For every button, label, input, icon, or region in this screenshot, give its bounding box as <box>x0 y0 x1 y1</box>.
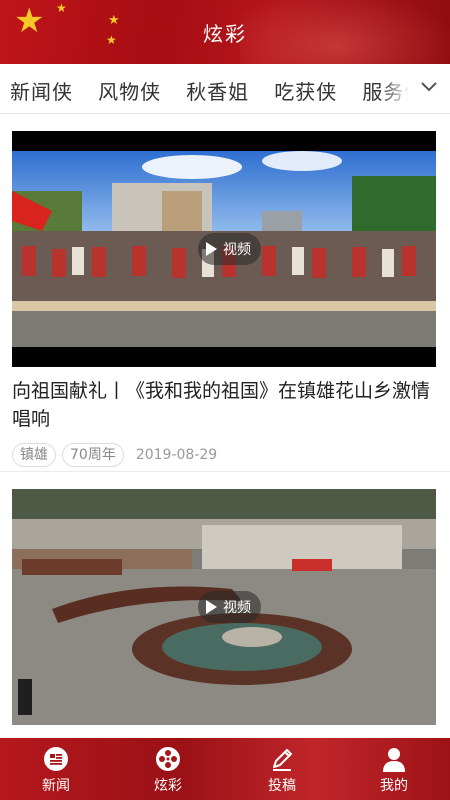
nav-item-submit[interactable]: 投稿 <box>242 738 322 800</box>
tag-badge[interactable]: 70周年 <box>62 443 124 467</box>
nav-item-colorful[interactable]: 炫彩 <box>128 738 208 800</box>
news-icon <box>44 747 68 771</box>
tab-news[interactable]: 新闻侠 <box>10 76 73 105</box>
video-thumbnail[interactable]: 视频 <box>12 131 436 367</box>
play-icon <box>206 242 217 256</box>
tab-local-scenery[interactable]: 风物侠 <box>98 76 161 105</box>
tag-badge[interactable]: 镇雄 <box>12 443 56 467</box>
bottom-navigation: 新闻 炫彩 投稿 我的 <box>0 738 450 800</box>
page-title: 炫彩 <box>203 22 247 46</box>
nav-label: 我的 <box>380 778 408 794</box>
video-badge-label: 视频 <box>223 600 251 616</box>
tabs-fade <box>380 64 410 113</box>
video-badge: 视频 <box>198 233 261 265</box>
user-icon <box>383 748 405 772</box>
video-feed[interactable]: 视频 向祖国献礼丨《我和我的祖国》在镇雄花山乡激情唱响 镇雄 70周年 2019… <box>0 115 450 738</box>
chevron-down-icon <box>421 82 437 92</box>
card-divider <box>0 471 450 472</box>
article-card[interactable]: 视频 向祖国献礼丨《我和我的祖国》在镇雄花山乡激情唱响 镇雄 70周年 2019… <box>12 131 438 469</box>
app-header: ★ ★ ★ ★ 炫彩 <box>0 0 450 64</box>
more-tabs-button[interactable] <box>408 64 450 113</box>
pencil-icon <box>273 749 292 771</box>
flag-star-icon: ★ <box>56 1 67 15</box>
article-meta: 镇雄 70周年 2019-08-29 <box>12 441 438 469</box>
category-tabs: 新闻侠 风物侠 秋香姐 吃获侠 服务侠 <box>0 64 450 114</box>
video-thumbnail[interactable]: 视频 <box>12 489 436 725</box>
play-icon <box>206 600 217 614</box>
article-title[interactable]: 向祖国献礼丨《我和我的祖国》在镇雄花山乡激情唱响 <box>12 377 436 433</box>
tab-qiuxiang[interactable]: 秋香姐 <box>186 76 249 105</box>
video-badge: 视频 <box>198 591 261 623</box>
nav-item-news[interactable]: 新闻 <box>16 738 96 800</box>
nav-label: 投稿 <box>268 778 296 794</box>
nav-label: 炫彩 <box>154 778 182 794</box>
nav-label: 新闻 <box>42 778 70 794</box>
article-card[interactable]: 视频 <box>12 489 438 725</box>
nav-item-mine[interactable]: 我的 <box>354 738 434 800</box>
film-reel-icon <box>156 747 180 771</box>
tab-food[interactable]: 吃获侠 <box>274 76 337 105</box>
article-date: 2019-08-29 <box>135 447 218 463</box>
video-badge-label: 视频 <box>223 242 251 258</box>
